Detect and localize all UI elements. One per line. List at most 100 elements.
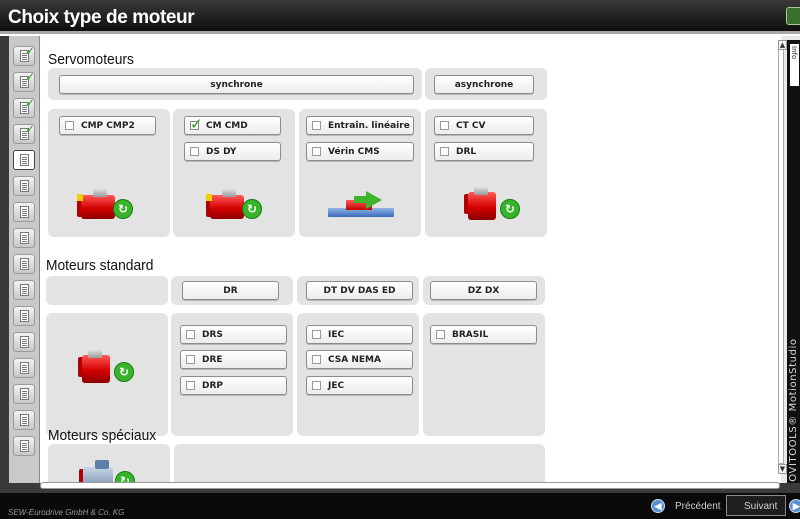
window-title: Choix type de moteur	[8, 7, 195, 28]
scroll-up-arrow-icon[interactable]: ▲	[778, 40, 787, 50]
cmp-checkbox-button[interactable]: CMP CMP2	[59, 116, 156, 135]
step-nav-item[interactable]	[13, 410, 35, 430]
iec-checkbox[interactable]	[312, 330, 321, 339]
step-nav-item[interactable]	[13, 228, 35, 248]
step-nav-item[interactable]	[13, 176, 35, 196]
servo-motor-icon: ↻	[77, 186, 135, 224]
section-title-servo: Servomoteurs	[48, 51, 134, 68]
jec-label: JEC	[328, 380, 345, 391]
dre-label: DRE	[202, 354, 223, 365]
dre-checkbox-button[interactable]: DRE	[180, 350, 287, 369]
step-nav-item[interactable]	[13, 332, 35, 352]
checkmark-icon: ✓	[25, 70, 36, 84]
ds-checkbox-button[interactable]: DS DY	[184, 142, 281, 161]
asynchrone-button[interactable]: asynchrone	[434, 75, 534, 94]
drl-label: DRL	[456, 146, 477, 157]
dre-checkbox[interactable]	[186, 355, 195, 364]
checkmark-icon: ✓	[25, 122, 36, 136]
step-nav-item[interactable]	[13, 384, 35, 404]
checkmark-icon: ✓	[25, 44, 36, 58]
step-nav-item[interactable]	[13, 358, 35, 378]
cm-checkbox[interactable]	[190, 115, 203, 133]
vertical-scrollbar[interactable]	[778, 40, 784, 464]
brasil-checkbox[interactable]	[436, 330, 445, 339]
drs-checkbox-button[interactable]: DRS	[180, 325, 287, 344]
info-tab[interactable]: Info	[790, 44, 799, 86]
panel-standard-empty	[46, 276, 168, 305]
step-nav-item[interactable]	[13, 306, 35, 326]
drp-checkbox-button[interactable]: DRP	[180, 376, 287, 395]
document-icon	[20, 284, 29, 296]
verin-checkbox-button[interactable]: Vérin CMS	[306, 142, 414, 161]
ds-checkbox[interactable]	[190, 147, 199, 156]
verin-checkbox[interactable]	[312, 147, 321, 156]
status-bar: SEW-Eurodrive GmbH & Co. KG ◀ Précédent S…	[0, 493, 800, 519]
csa-checkbox[interactable]	[312, 355, 321, 364]
dt-button[interactable]: DT DV DAS ED	[306, 281, 413, 300]
step-nav-item[interactable]	[13, 436, 35, 456]
document-icon	[20, 440, 29, 452]
section-title-special: Moteurs spéciaux	[48, 427, 157, 444]
document-icon	[20, 154, 29, 166]
previous-button[interactable]: ◀ Précédent	[651, 496, 721, 516]
help-button[interactable]	[786, 7, 800, 25]
cmp-label: CMP CMP2	[81, 120, 135, 131]
document-icon	[20, 206, 29, 218]
info-tab-label: Info	[790, 46, 798, 60]
drl-checkbox-button[interactable]: DRL	[434, 142, 534, 161]
step-nav-item[interactable]	[13, 150, 35, 170]
drs-checkbox[interactable]	[186, 330, 195, 339]
csa-label: CSA NEMA	[328, 354, 381, 365]
ct-checkbox[interactable]	[440, 121, 449, 130]
lineaire-checkbox[interactable]	[312, 121, 321, 130]
step-nav-item[interactable]: ✓	[13, 122, 36, 144]
document-icon	[20, 362, 29, 374]
verin-label: Vérin CMS	[328, 146, 380, 157]
document-icon	[20, 232, 29, 244]
step-nav-item[interactable]	[13, 202, 35, 222]
cmp-checkbox[interactable]	[65, 121, 74, 130]
document-icon	[20, 258, 29, 270]
main-content: Servomoteurs synchrone asynchrone CMP CM…	[41, 36, 781, 494]
document-icon	[20, 180, 29, 192]
lineaire-label: Entraîn. linéaire	[328, 120, 410, 131]
step-nav-item[interactable]: ✓	[13, 70, 36, 92]
document-icon	[20, 388, 29, 400]
arrow-right-icon: ▶	[789, 499, 800, 513]
arrow-left-icon: ◀	[651, 499, 665, 513]
step-nav-item[interactable]	[13, 254, 35, 274]
csa-checkbox-button[interactable]: CSA NEMA	[306, 350, 413, 369]
next-button[interactable]: Suivant ▶	[744, 496, 800, 516]
async-servo-motor-icon: ↻	[464, 186, 522, 224]
copyright-text: SEW-Eurodrive GmbH & Co. KG	[8, 508, 125, 517]
synchrone-button[interactable]: synchrone	[59, 75, 414, 94]
ct-label: CT CV	[456, 120, 486, 131]
step-nav-item[interactable]	[13, 280, 35, 300]
step-sidebar: ✓ ✓ ✓ ✓	[9, 36, 40, 493]
servo-motor-icon: ↻	[206, 186, 264, 224]
side-banner-text: MOVITOOLS® MotionStudio	[788, 338, 799, 491]
document-icon	[20, 336, 29, 348]
dr-button[interactable]: DR	[182, 281, 279, 300]
brasil-checkbox-button[interactable]: BRASIL	[430, 325, 537, 344]
cm-label: CM CMD	[206, 120, 248, 131]
drp-checkbox[interactable]	[186, 381, 195, 390]
lineaire-checkbox-button[interactable]: Entraîn. linéaire	[306, 116, 414, 135]
drl-checkbox[interactable]	[440, 147, 449, 156]
cm-checkbox-button[interactable]: CM CMD	[184, 115, 281, 135]
iec-label: IEC	[328, 329, 345, 340]
jec-checkbox-button[interactable]: JEC	[306, 376, 413, 395]
app-window: Choix type de moteur ✓ ✓ ✓ ✓ Servomoteurs s…	[0, 0, 800, 519]
previous-label: Précédent	[675, 500, 721, 512]
scroll-down-arrow-icon[interactable]: ▼	[778, 464, 787, 474]
iec-checkbox-button[interactable]: IEC	[306, 325, 413, 344]
ct-checkbox-button[interactable]: CT CV	[434, 116, 534, 135]
next-label: Suivant	[744, 500, 778, 512]
step-nav-item[interactable]: ✓	[13, 96, 35, 118]
jec-checkbox[interactable]	[312, 381, 321, 390]
horizontal-scrollbar[interactable]	[40, 482, 780, 489]
dz-button[interactable]: DZ DX	[430, 281, 537, 300]
brasil-label: BRASIL	[452, 329, 489, 340]
drp-label: DRP	[202, 380, 223, 391]
step-nav-item[interactable]: ✓	[13, 44, 36, 66]
